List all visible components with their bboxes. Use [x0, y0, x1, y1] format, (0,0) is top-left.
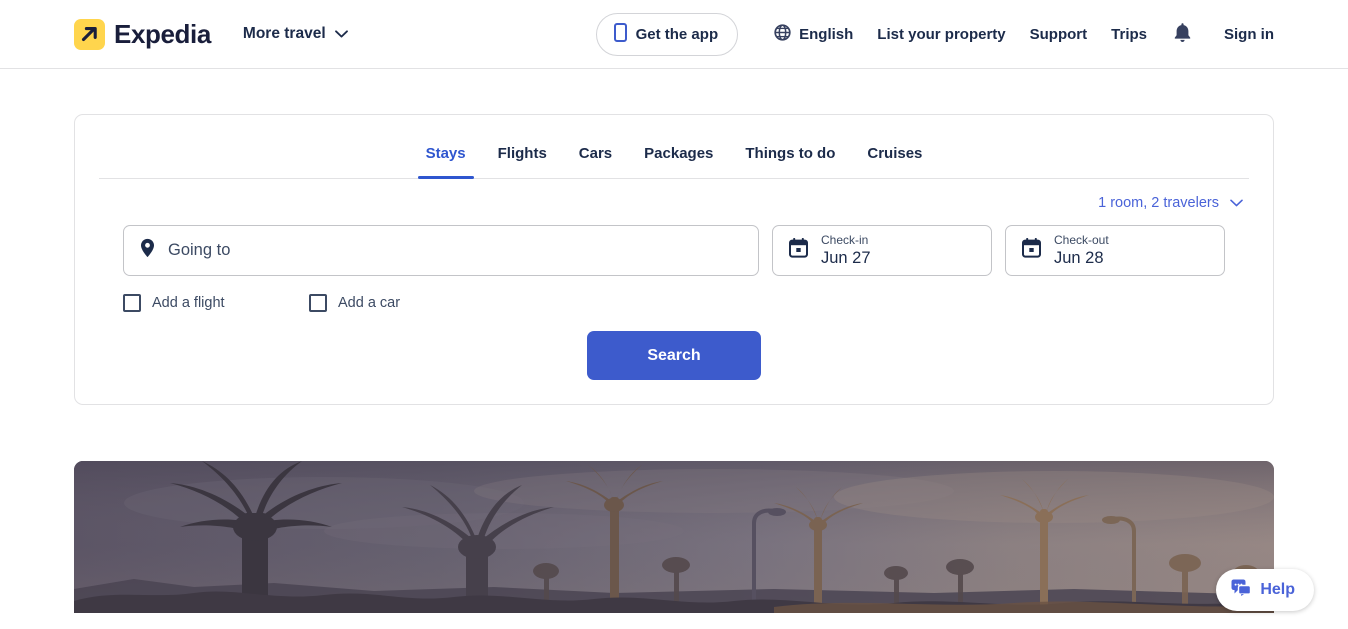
mobile-phone-icon — [613, 22, 627, 46]
tab-stays[interactable]: Stays — [410, 131, 482, 179]
tab-cruises-label: Cruises — [867, 145, 923, 162]
add-a-flight-checkbox[interactable]: Add a flight — [123, 294, 309, 312]
travelers-row: 1 room, 2 travelers — [99, 179, 1249, 211]
check-out-field[interactable]: Check-out Jun 28 — [1005, 225, 1225, 276]
chat-bubble-icon — [1231, 579, 1252, 601]
calendar-icon — [789, 237, 808, 263]
checkbox-box — [123, 294, 141, 312]
expedia-logo[interactable]: Expedia — [74, 18, 211, 50]
list-your-property-label: List your property — [877, 25, 1006, 43]
search-tabs: Stays Flights Cars Packages Things to do… — [99, 115, 1249, 179]
travelers-label: 1 room, 2 travelers — [1098, 195, 1219, 211]
tab-stays-label: Stays — [425, 145, 466, 162]
trips-label: Trips — [1111, 25, 1147, 43]
language-label: English — [799, 25, 854, 43]
get-the-app-button[interactable]: Get the app — [595, 12, 739, 56]
globe-icon — [774, 23, 791, 45]
calendar-icon — [1022, 237, 1041, 263]
list-your-property-link[interactable]: List your property — [865, 18, 1017, 51]
language-selector[interactable]: English — [762, 16, 865, 53]
notifications-button[interactable] — [1159, 14, 1206, 55]
search-options: Add a flight Add a car — [99, 294, 1249, 312]
add-a-car-label: Add a car — [338, 295, 401, 311]
search-button[interactable]: Search — [587, 331, 761, 380]
help-label: Help — [1260, 581, 1295, 598]
main-content: Stays Flights Cars Packages Things to do… — [0, 114, 1348, 613]
sign-in-label: Sign in — [1224, 25, 1274, 43]
check-in-value: Jun 27 — [821, 248, 871, 267]
check-out-label: Check-out — [1054, 232, 1109, 247]
checkbox-box — [309, 294, 327, 312]
expedia-arrow-logo-icon — [74, 18, 105, 50]
travelers-selector[interactable]: 1 room, 2 travelers — [1098, 195, 1243, 211]
search-submit-row: Search — [99, 331, 1249, 380]
check-out-stack: Check-out Jun 28 — [1054, 232, 1109, 268]
tab-cars[interactable]: Cars — [563, 131, 628, 178]
destination-input[interactable]: Going to — [123, 225, 759, 276]
tab-packages-label: Packages — [644, 145, 714, 162]
location-pin-icon — [140, 238, 155, 263]
check-in-stack: Check-in Jun 27 — [821, 232, 871, 268]
add-a-flight-label: Add a flight — [152, 295, 225, 311]
brand-name: Expedia — [114, 18, 211, 49]
support-link[interactable]: Support — [1018, 18, 1100, 51]
check-out-value: Jun 28 — [1054, 248, 1104, 267]
hero-image — [74, 461, 1274, 613]
tab-things-to-do-label: Things to do — [745, 145, 836, 162]
check-in-label: Check-in — [821, 232, 869, 247]
tab-flights[interactable]: Flights — [482, 131, 563, 178]
destination-placeholder: Going to — [168, 241, 231, 259]
check-in-field[interactable]: Check-in Jun 27 — [772, 225, 992, 276]
tab-cars-label: Cars — [578, 145, 613, 162]
header-actions: Get the app English List your property S… — [595, 12, 1274, 56]
tab-things-to-do[interactable]: Things to do — [729, 131, 851, 178]
tab-flights-label: Flights — [497, 145, 547, 162]
tab-cruises[interactable]: Cruises — [851, 131, 938, 178]
help-widget-button[interactable]: Help — [1216, 569, 1314, 611]
sign-in-link[interactable]: Sign in — [1212, 18, 1274, 51]
site-header: Expedia More travel Get the app English … — [0, 0, 1348, 69]
more-travel-menu[interactable]: More travel — [243, 25, 348, 43]
chevron-down-icon — [1230, 195, 1243, 211]
tab-packages[interactable]: Packages — [628, 131, 729, 178]
search-widget: Stays Flights Cars Packages Things to do… — [74, 114, 1274, 405]
add-a-car-checkbox[interactable]: Add a car — [309, 294, 400, 312]
get-the-app-label: Get the app — [635, 25, 719, 43]
trips-link[interactable]: Trips — [1099, 18, 1159, 51]
search-fields: Going to Check-in Jun 27 Check-out Jun 2… — [99, 225, 1249, 276]
bell-icon — [1173, 22, 1192, 47]
chevron-down-icon — [334, 25, 348, 43]
more-travel-label: More travel — [242, 25, 326, 42]
support-label: Support — [1029, 25, 1088, 43]
